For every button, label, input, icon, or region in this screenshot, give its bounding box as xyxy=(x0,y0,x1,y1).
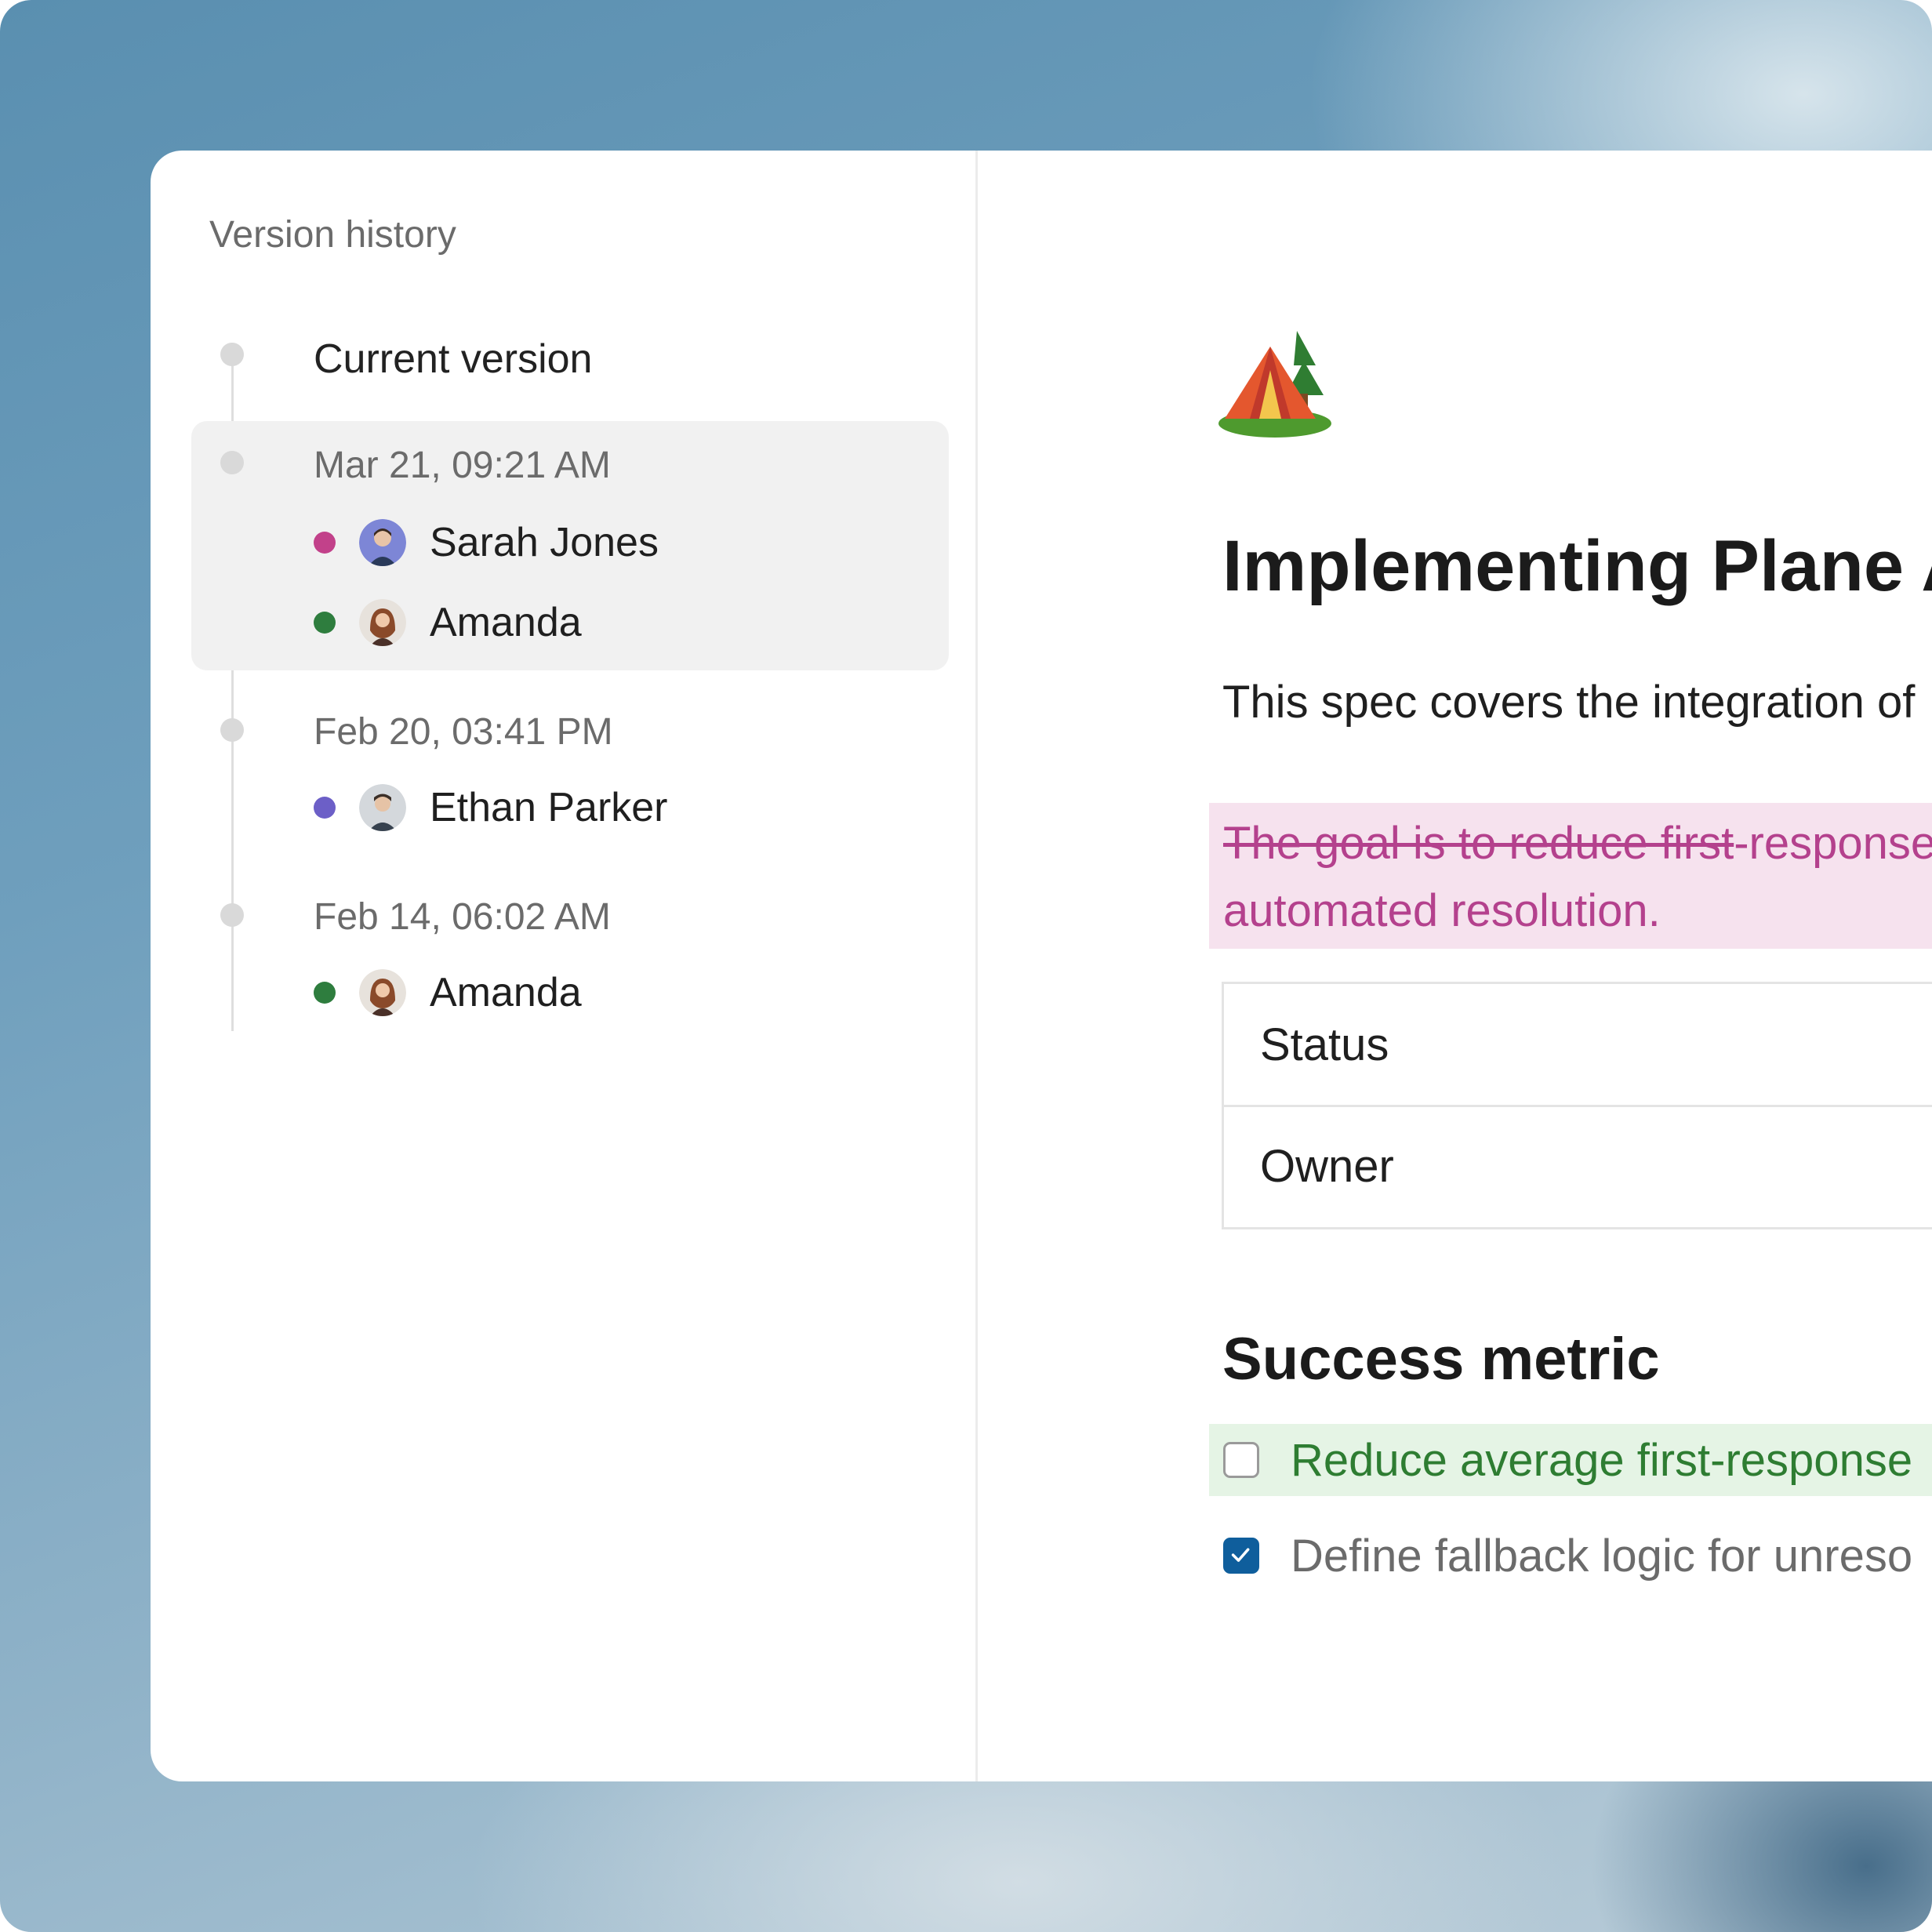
current-version-item[interactable]: Current version xyxy=(314,336,592,383)
author-name: Ethan Parker xyxy=(430,785,668,830)
timeline-dot xyxy=(220,451,244,474)
editor-window: Version history Current version Mar 21, … xyxy=(151,151,1932,1781)
author-color-dot xyxy=(314,612,336,634)
checkmark-icon xyxy=(1231,1548,1250,1562)
properties-table: Status Owner xyxy=(1222,982,1932,1229)
property-label: Owner xyxy=(1260,1141,1394,1192)
document-title[interactable]: Implementing Plane AI xyxy=(1222,525,1932,608)
version-timestamp[interactable]: Feb 14, 06:02 AM xyxy=(314,895,611,939)
author-color-dot xyxy=(314,797,336,819)
document-intro[interactable]: This spec covers the integration of xyxy=(1222,676,1915,728)
task-checkbox[interactable] xyxy=(1223,1538,1259,1574)
version-timestamp[interactable]: Feb 20, 03:41 PM xyxy=(314,710,613,754)
property-label: Status xyxy=(1260,1019,1389,1070)
version-timestamp[interactable]: Mar 21, 09:21 AM xyxy=(314,444,611,487)
diff-block[interactable]: The goal is to reduce first-response aut… xyxy=(1209,803,1932,949)
version-author: Amanda xyxy=(314,599,582,646)
version-history-panel: Version history Current version Mar 21, … xyxy=(151,151,978,1781)
version-history-title: Version history xyxy=(209,214,456,256)
task-checkbox[interactable] xyxy=(1223,1442,1259,1478)
author-name: Sarah Jones xyxy=(430,520,659,565)
author-name: Amanda xyxy=(430,970,582,1015)
author-name: Amanda xyxy=(430,600,582,645)
section-heading[interactable]: Success metric xyxy=(1222,1325,1660,1393)
version-author: Sarah Jones xyxy=(314,519,659,566)
document-area: Implementing Plane AI This spec covers t… xyxy=(975,151,1932,1781)
avatar xyxy=(359,599,406,646)
timeline-dot xyxy=(220,343,244,366)
deleted-text: The goal is to reduce first xyxy=(1223,818,1734,869)
avatar xyxy=(359,784,406,831)
avatar xyxy=(359,519,406,566)
property-row-owner[interactable]: Owner xyxy=(1224,1106,1932,1226)
task-text[interactable]: Define fallback logic for unreso xyxy=(1291,1530,1912,1582)
property-row-status[interactable]: Status xyxy=(1224,984,1932,1107)
task-item: Reduce average first-response xyxy=(1209,1424,1932,1496)
author-color-dot xyxy=(314,532,336,554)
version-author: Amanda xyxy=(314,969,582,1016)
camping-tent-emoji xyxy=(1218,331,1331,438)
inserted-text: -response xyxy=(1734,818,1932,869)
timeline-dot xyxy=(220,903,244,927)
task-text[interactable]: Reduce average first-response xyxy=(1291,1434,1912,1487)
task-item: Define fallback logic for unreso xyxy=(1209,1520,1932,1592)
author-color-dot xyxy=(314,982,336,1004)
avatar xyxy=(359,969,406,1016)
version-author: Ethan Parker xyxy=(314,784,668,831)
diff-line: The goal is to reduce first-response xyxy=(1223,817,1932,870)
timeline-dot xyxy=(220,718,244,742)
inserted-text: automated resolution. xyxy=(1223,885,1661,936)
